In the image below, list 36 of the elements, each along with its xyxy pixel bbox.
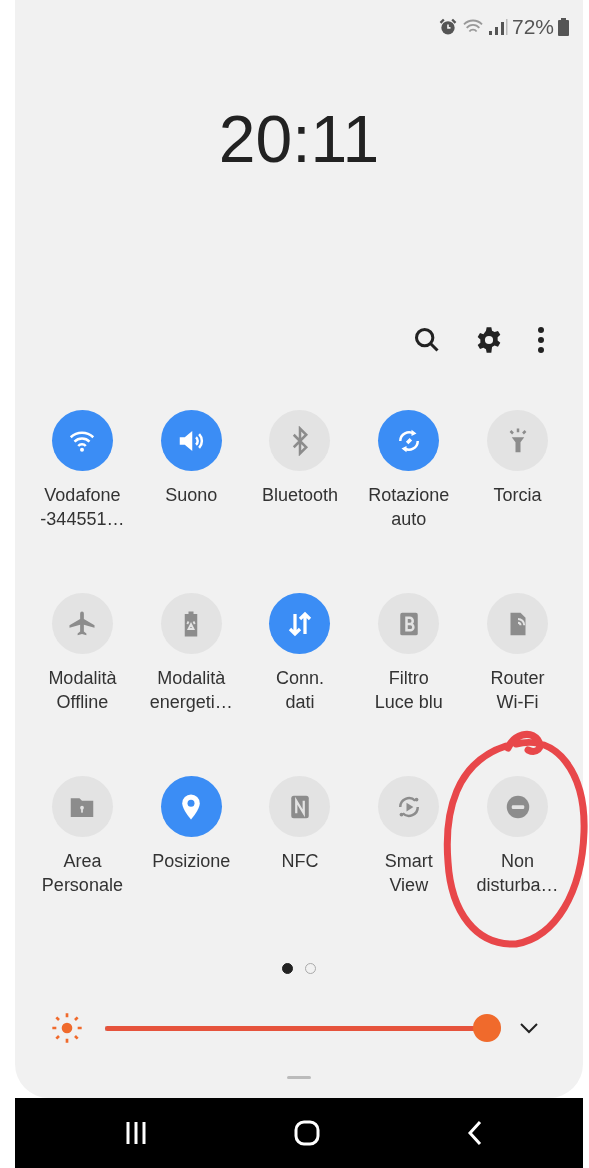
battery-percentage: 72% bbox=[511, 14, 554, 41]
search-icon[interactable] bbox=[413, 326, 441, 354]
toggle-label: Conn. dati bbox=[275, 667, 324, 714]
toggle-label: NFC bbox=[281, 850, 319, 873]
toggle-label: Posizione bbox=[152, 850, 231, 873]
back-icon[interactable] bbox=[467, 1120, 483, 1146]
home-icon[interactable] bbox=[294, 1120, 320, 1146]
clock-time: 20:11 bbox=[217, 106, 381, 172]
drag-handle[interactable] bbox=[287, 1076, 311, 1079]
toggle-label: Area Personale bbox=[41, 850, 123, 897]
quick-toggle[interactable] bbox=[160, 410, 222, 471]
battery-icon bbox=[558, 18, 569, 36]
toggle-label: Router Wi-Fi bbox=[490, 667, 545, 714]
toggle-label: Vodafone -344551… bbox=[40, 484, 125, 531]
toggle-label: Filtro Luce blu bbox=[374, 667, 443, 714]
chevron-down-icon[interactable] bbox=[519, 1022, 539, 1034]
alarm-icon bbox=[437, 17, 458, 37]
quick-toggle[interactable] bbox=[160, 776, 222, 837]
brightness-icon bbox=[51, 1012, 83, 1044]
toggle-label: Smart View bbox=[384, 850, 433, 897]
toggle-label: Suono bbox=[165, 484, 218, 507]
toggle-label: Non disturba… bbox=[476, 850, 559, 897]
signal-icon bbox=[487, 18, 508, 36]
settings-icon[interactable] bbox=[475, 326, 503, 354]
toggle-label: Rotazione auto bbox=[368, 484, 450, 531]
recent-apps-icon[interactable] bbox=[125, 1121, 147, 1145]
quick-toggle[interactable] bbox=[51, 410, 113, 471]
toggle-label: Bluetooth bbox=[261, 484, 338, 507]
toggle-label: Torcia bbox=[493, 484, 542, 507]
slider-thumb[interactable] bbox=[473, 1014, 501, 1042]
toggle-label: Modalità Offline bbox=[48, 667, 117, 714]
toggle-label: Modalità energeti… bbox=[149, 667, 233, 714]
quick-toggle[interactable] bbox=[269, 593, 331, 654]
more-options-icon[interactable] bbox=[537, 327, 545, 353]
quick-toggle[interactable] bbox=[378, 410, 440, 471]
page-indicator-dot[interactable] bbox=[282, 962, 293, 974]
